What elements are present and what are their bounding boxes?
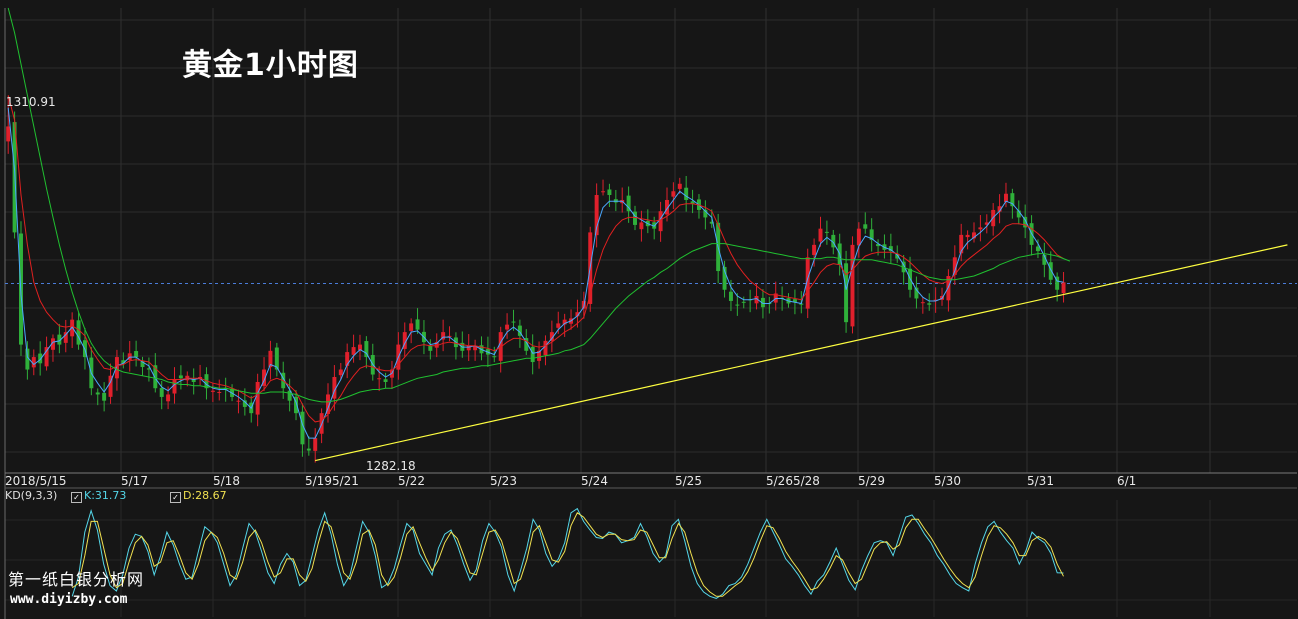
x-tick-label: 5/18 [213, 474, 240, 488]
k-value-legend[interactable]: ✓ K:31.73 [71, 489, 126, 503]
candle-body [166, 394, 171, 402]
candle-body [1061, 282, 1066, 294]
candle-body [671, 191, 676, 197]
candle-body [824, 231, 829, 233]
candle-body [159, 388, 164, 397]
k-line [71, 507, 1064, 599]
moving-average-line [7, 95, 1064, 423]
candle-body [178, 375, 183, 379]
candle-body [217, 391, 222, 393]
candle-body [530, 346, 535, 363]
support-trendline [315, 244, 1288, 462]
x-tick-label: 5/17 [121, 474, 148, 488]
candle-body [505, 324, 510, 330]
candle-body [741, 301, 746, 303]
high-price-label: 1310.91 [6, 95, 56, 109]
candle-body [556, 323, 561, 328]
candle-body [377, 378, 382, 380]
d-value-legend[interactable]: ✓ D:28.67 [170, 489, 227, 503]
k-checkbox-icon[interactable]: ✓ [71, 492, 82, 503]
d-value-label: D:28.67 [183, 489, 227, 502]
watermark-url: www.diyizby.com [10, 592, 128, 607]
candle-body [210, 390, 215, 392]
candle-body [44, 347, 49, 367]
candle-body [364, 341, 369, 358]
candle-body [965, 234, 970, 238]
candle-body [114, 357, 119, 379]
candle-body [428, 345, 433, 351]
chart-canvas [4, 7, 1297, 619]
candle-body [677, 183, 682, 189]
candle-body [1048, 262, 1053, 280]
x-tick-label: 5/22 [398, 474, 425, 488]
candle-body [850, 244, 855, 327]
candle-body [543, 340, 548, 356]
candle-body [927, 303, 932, 305]
candle-body [978, 227, 983, 230]
x-tick-label: 6/1 [1117, 474, 1137, 488]
candle-body [920, 302, 925, 304]
candle-body [383, 379, 388, 382]
candle-body [607, 189, 612, 195]
moving-average-line [7, 107, 1064, 439]
candle-body [409, 323, 414, 331]
k-value-label: K:31.73 [84, 489, 127, 502]
indicator-name: KD(9,3,3) [5, 489, 58, 502]
candle-body [306, 448, 311, 451]
x-tick-label: 5/25 [675, 474, 702, 488]
candle-body [76, 320, 81, 345]
x-tick-label: 5/29 [858, 474, 885, 488]
low-price-label: 1282.18 [366, 459, 416, 473]
candle-body [351, 347, 356, 355]
candle-body [338, 369, 343, 376]
x-tick-label: 5/31 [1027, 474, 1054, 488]
candle-body [134, 351, 139, 358]
chart-title: 黄金1小时图 [182, 48, 359, 83]
x-tick-label: 5/24 [581, 474, 608, 488]
candle-body [255, 381, 260, 415]
candle-body [95, 392, 100, 395]
candle-body [492, 356, 497, 358]
candle-body [236, 400, 241, 402]
candle-body [639, 222, 644, 230]
candle-body [70, 319, 75, 337]
candle-body [658, 211, 663, 232]
candle-body [856, 228, 861, 246]
candle-body [102, 392, 107, 401]
candle-body [6, 126, 11, 142]
candle-body [511, 321, 516, 323]
chart-window: 黄金1小时图 1310.91 1282.18 2018/5/15 5/17 5/… [0, 0, 1298, 619]
watermark-site-name: 第一纸白银分析网 [8, 570, 145, 589]
candle-body [818, 228, 823, 242]
candle-body [313, 438, 318, 451]
candle-body [601, 191, 606, 193]
candle-body [728, 291, 733, 301]
candle-body [684, 187, 689, 200]
x-tick-label: 5/195/21 [305, 474, 359, 488]
x-tick-label: 5/23 [490, 474, 517, 488]
candle-body [415, 319, 420, 330]
x-tick-label: 5/265/28 [766, 474, 820, 488]
candle-body [863, 224, 868, 229]
d-checkbox-icon[interactable]: ✓ [170, 492, 181, 503]
x-tick-label: 5/30 [934, 474, 961, 488]
candle-body [735, 304, 740, 306]
candle-body [812, 244, 817, 255]
x-tick-label: 2018/5/15 [5, 474, 67, 488]
